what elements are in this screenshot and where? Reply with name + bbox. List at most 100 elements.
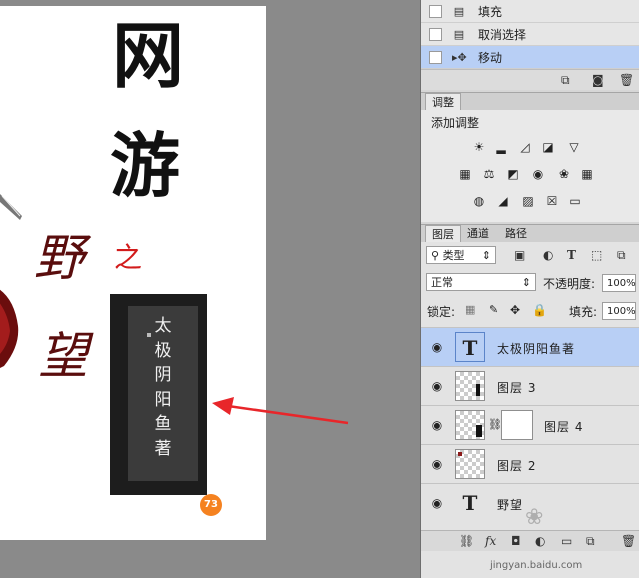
lock-all-icon[interactable]: 🔒: [532, 303, 547, 317]
shape-filter-icon[interactable]: ⬚: [591, 248, 602, 262]
char-wang-hope: 望: [38, 327, 88, 385]
vertical-char: 鱼: [154, 414, 172, 434]
history-item-label: 填充: [478, 4, 503, 19]
new-adjustment-layer-icon[interactable]: ◐: [535, 534, 545, 548]
photo-filter-icon[interactable]: ◉: [531, 167, 545, 181]
annotation-arrow-icon: [212, 397, 349, 425]
layer-row[interactable]: ◉ 图层 3: [421, 366, 639, 405]
history-item-label: 取消选择: [478, 27, 527, 42]
opacity-label: 不透明度:: [543, 277, 596, 291]
char-zhi: 之: [114, 241, 143, 274]
fill-input[interactable]: 100%: [602, 302, 636, 320]
new-layer-icon[interactable]: ⧉: [586, 534, 595, 549]
eye-icon[interactable]: ◉: [429, 457, 445, 471]
lock-transparent-icon[interactable]: ▦: [465, 303, 475, 316]
search-icon: ⚲: [431, 249, 440, 262]
adjustments-panel-header: 调整: [421, 92, 639, 111]
vertical-char: 阳: [154, 389, 172, 410]
history-item[interactable]: ▤ 取消选择: [421, 23, 639, 46]
history-item[interactable]: ▤ 填充: [421, 0, 639, 23]
layer-thumbnail: [455, 410, 485, 440]
layer-name: 太极阴阳鱼著: [497, 342, 576, 356]
watermark-text: jingyan.baidu.com: [490, 560, 583, 571]
black-white-icon[interactable]: ◩: [506, 167, 520, 181]
vertical-char: 阴: [154, 365, 172, 385]
vertical-char: 著: [154, 438, 172, 459]
chevron-updown-icon: ⇕: [481, 249, 491, 262]
text-cursor-marker: [147, 333, 151, 337]
threshold-icon[interactable]: ▨: [521, 194, 535, 208]
sword-image: [0, 194, 22, 220]
vertical-char: 太: [154, 316, 172, 336]
blend-mode-select[interactable]: 正常 ⇕: [426, 273, 536, 291]
char-ye: 野: [34, 229, 84, 287]
camera-snapshot-icon[interactable]: ◙: [592, 73, 604, 87]
document-canvas[interactable]: 网 游 野 之 望 太 极 阴 阳 鱼 著: [0, 6, 266, 540]
eye-icon[interactable]: ◉: [429, 418, 445, 432]
link-layers-icon[interactable]: ⛓: [459, 534, 474, 548]
exposure-icon[interactable]: ◪: [541, 140, 555, 154]
vertical-text-layer[interactable]: 太 极 阴 阳 鱼 著: [128, 314, 198, 461]
vertical-char: 极: [154, 340, 172, 361]
fill-history-icon: ▤: [453, 4, 465, 18]
posterize-icon[interactable]: ◢: [496, 194, 510, 208]
layers-footer-toolbar: ⛓ fx ◘ ◐ ▭ ⧉ 🗑: [421, 530, 639, 551]
vibrance-icon[interactable]: ▽: [567, 140, 581, 154]
move-tool-icon: ▸✥: [452, 50, 467, 64]
lock-pixels-icon[interactable]: ✎: [489, 303, 498, 316]
gradient-map-icon[interactable]: ☒: [545, 194, 559, 208]
add-mask-icon[interactable]: ◘: [511, 534, 521, 548]
curves-icon[interactable]: ◿: [518, 140, 532, 154]
type-filter-icon[interactable]: T: [567, 248, 576, 262]
history-snapshot-checkbox[interactable]: [429, 4, 442, 18]
layer-name: 图层 4: [544, 420, 584, 434]
delete-layer-icon[interactable]: 🗑: [621, 534, 636, 548]
tab-layers[interactable]: 图层: [425, 225, 461, 243]
layer-row[interactable]: ◉ ⛓ 图层 4: [421, 405, 639, 444]
eye-icon[interactable]: ◉: [429, 379, 445, 393]
new-document-from-state-icon[interactable]: ⧉: [561, 73, 570, 88]
canvas-area[interactable]: 网 游 野 之 望 太 极 阴 阳 鱼 著: [0, 0, 420, 578]
new-group-icon[interactable]: ▭: [561, 534, 572, 548]
levels-icon[interactable]: ▂: [494, 140, 508, 154]
layer-name: 图层 2: [497, 459, 537, 473]
deselect-history-icon: ▤: [453, 27, 465, 41]
layer-style-icon[interactable]: fx: [485, 534, 496, 548]
color-lookup-icon[interactable]: ▦: [580, 167, 594, 181]
layer-filter-value: 类型: [442, 249, 465, 262]
selective-color-icon[interactable]: ▭: [568, 194, 582, 208]
title-char-wang: 网: [112, 14, 185, 98]
text-layer-thumbnail: T: [455, 332, 485, 362]
fill-label: 填充:: [569, 305, 598, 319]
eye-icon[interactable]: ◉: [429, 340, 445, 354]
brightness-contrast-icon[interactable]: ☀: [472, 140, 486, 154]
adjustments-title: 添加调整: [431, 116, 480, 130]
tab-paths[interactable]: 路径: [499, 225, 533, 242]
history-item-selected[interactable]: ▸✥ 移动: [421, 46, 639, 69]
adjustments-panel: 添加调整 ☀ ▂ ◿ ◪ ▽ ▦ ⚖ ◩ ◉ ❀ ▦ ◍ ◢ ▨ ☒ ▭: [421, 110, 639, 222]
trash-icon[interactable]: 🗑: [619, 73, 634, 87]
tab-adjustments[interactable]: 调整: [425, 93, 461, 111]
color-balance-icon[interactable]: ⚖: [482, 167, 496, 181]
tab-channels[interactable]: 通道: [461, 225, 495, 242]
eye-icon[interactable]: ◉: [429, 496, 445, 510]
history-snapshot-checkbox[interactable]: [429, 27, 442, 41]
history-snapshot-checkbox[interactable]: [429, 50, 442, 64]
pixel-filter-icon[interactable]: ▣: [514, 248, 525, 262]
layer-filter-select[interactable]: ⚲ 类型 ⇕: [426, 246, 496, 264]
layer-mask-thumbnail[interactable]: [501, 410, 533, 440]
smart-object-filter-icon[interactable]: ⧉: [617, 248, 626, 263]
opacity-input[interactable]: 100%: [602, 274, 636, 292]
notification-badge[interactable]: 73: [200, 494, 222, 516]
mask-link-icon[interactable]: ⛓: [488, 418, 502, 431]
adjustment-filter-icon[interactable]: ◐: [543, 248, 553, 262]
invert-icon[interactable]: ◍: [472, 194, 486, 208]
lock-position-icon[interactable]: ✥: [510, 303, 520, 317]
layer-row[interactable]: ◉ 图层 2: [421, 444, 639, 483]
history-item-label: 移动: [478, 50, 503, 65]
hue-saturation-icon[interactable]: ▦: [458, 167, 472, 181]
channel-mixer-icon[interactable]: ❀: [557, 167, 571, 181]
baidu-paw-logo-icon: ❀: [525, 505, 544, 530]
lock-label: 锁定:: [427, 305, 456, 319]
layer-row-selected[interactable]: ◉ T 太极阴阳鱼著: [421, 327, 639, 366]
